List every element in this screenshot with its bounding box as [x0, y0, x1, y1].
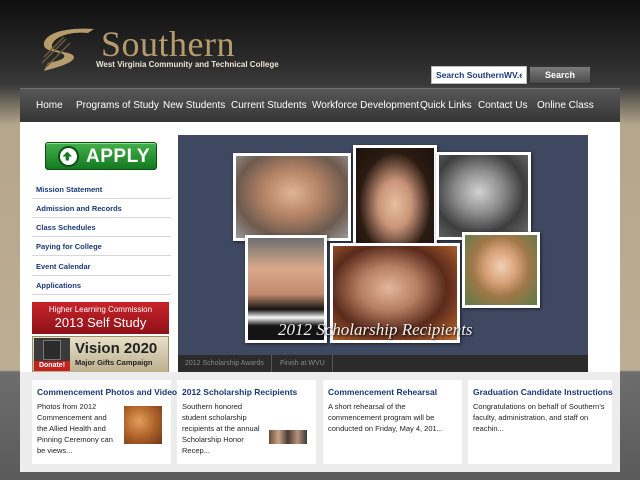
news-card-title[interactable]: 2012 Scholarship Recipients	[182, 386, 311, 398]
sidebar-link-class-schedules[interactable]: Class Schedules	[32, 218, 171, 237]
news-card-body: Congratulations on behalf of Southern's …	[473, 402, 605, 433]
donate-box[interactable]: Donate!	[34, 338, 70, 371]
hlc-self-study-banner[interactable]: Higher Learning Commission 2013 Self Stu…	[32, 302, 169, 334]
nav-item-programs-of-study[interactable]: Programs of Study	[76, 89, 159, 123]
news-card-body: Photos from 2012 Commencement and the Al…	[37, 402, 113, 455]
sidebar-link-paying-for-college[interactable]: Paying for College	[32, 237, 171, 256]
vision-subtitle: Major Gifts Campaign	[75, 358, 153, 367]
slide-photo	[462, 232, 540, 308]
slide-tab-finish-at-wvu[interactable]: Finish at WVU	[273, 355, 333, 372]
sidebar-link-admission-and-records[interactable]: Admission and Records	[32, 199, 171, 218]
apply-label: APPLY	[86, 146, 151, 167]
news-row: Commencement Photos and Video Photos fro…	[20, 372, 620, 472]
nav-item-workforce-development[interactable]: Workforce Development	[312, 89, 419, 123]
logo-name[interactable]: Southern	[101, 24, 235, 64]
news-card-thumbnail[interactable]	[124, 406, 162, 444]
news-card-title[interactable]: Commencement Photos and Video	[37, 386, 177, 398]
up-arrow-circle-icon	[58, 146, 79, 167]
vision-2020-banner[interactable]: Donate! Vision 2020 Major Gifts Campaign	[32, 336, 169, 373]
slideshow[interactable]: 2012 Scholarship Recipients	[178, 135, 588, 355]
nav-item-current-students[interactable]: Current Students	[231, 89, 307, 123]
swoosh-s-logo-icon[interactable]	[40, 27, 96, 73]
news-card-title[interactable]: Commencement Rehearsal	[328, 386, 457, 398]
news-card[interactable]: 2012 Scholarship Recipients Southern hon…	[177, 380, 316, 464]
news-card-body: Southern honored student scholarship rec…	[182, 402, 260, 455]
nav-item-quick-links[interactable]: Quick Links	[420, 89, 472, 123]
hlc-big-text: 2013 Self Study	[54, 315, 147, 330]
sidebar-link-applications[interactable]: Applications	[32, 276, 171, 295]
logo-subtitle: West Virginia Community and Technical Co…	[96, 60, 279, 69]
donate-label: Donate!	[34, 361, 70, 371]
main-panel: APPLY Mission Statement Admission and Re…	[20, 122, 620, 373]
news-card-title[interactable]: Graduation Candidate Instructions	[473, 386, 613, 398]
sidebar-link-event-calendar[interactable]: Event Calendar	[32, 257, 171, 276]
slideshow-tabs: 2012 Scholarship Awards Finish at WVU	[178, 355, 588, 372]
search-input[interactable]	[431, 66, 527, 84]
main-nav: Home Programs of Study New Students Curr…	[20, 88, 620, 122]
slide-photo	[436, 152, 531, 240]
news-card[interactable]: Commencement Photos and Video Photos fro…	[32, 380, 177, 464]
slide-caption: 2012 Scholarship Recipients	[278, 320, 473, 339]
nav-item-contact-us[interactable]: Contact Us	[478, 89, 527, 123]
hlc-small-text: Higher Learning Commission	[48, 305, 153, 314]
news-card-body: A short rehearsal of the commencement pr…	[328, 402, 443, 433]
news-card[interactable]: Graduation Candidate Instructions Congra…	[468, 380, 613, 464]
news-card-thumbnail[interactable]	[269, 430, 307, 444]
slide-photo	[233, 153, 351, 241]
nav-item-home[interactable]: Home	[36, 89, 63, 123]
search-button[interactable]: Search	[529, 66, 591, 84]
vision-title: Vision 2020	[75, 340, 158, 357]
gift-box-icon	[43, 340, 61, 360]
apply-button[interactable]: APPLY	[45, 142, 157, 170]
sidebar-link-mission-statement[interactable]: Mission Statement	[32, 180, 171, 199]
nav-item-online-class[interactable]: Online Class	[537, 89, 594, 123]
slide-photo	[353, 145, 437, 253]
slide-tab-scholarship-awards[interactable]: 2012 Scholarship Awards	[178, 355, 272, 372]
nav-item-new-students[interactable]: New Students	[163, 89, 225, 123]
site-header: Southern West Virginia Community and Tec…	[0, 0, 640, 88]
news-card[interactable]: Commencement Rehearsal A short rehearsal…	[323, 380, 462, 464]
